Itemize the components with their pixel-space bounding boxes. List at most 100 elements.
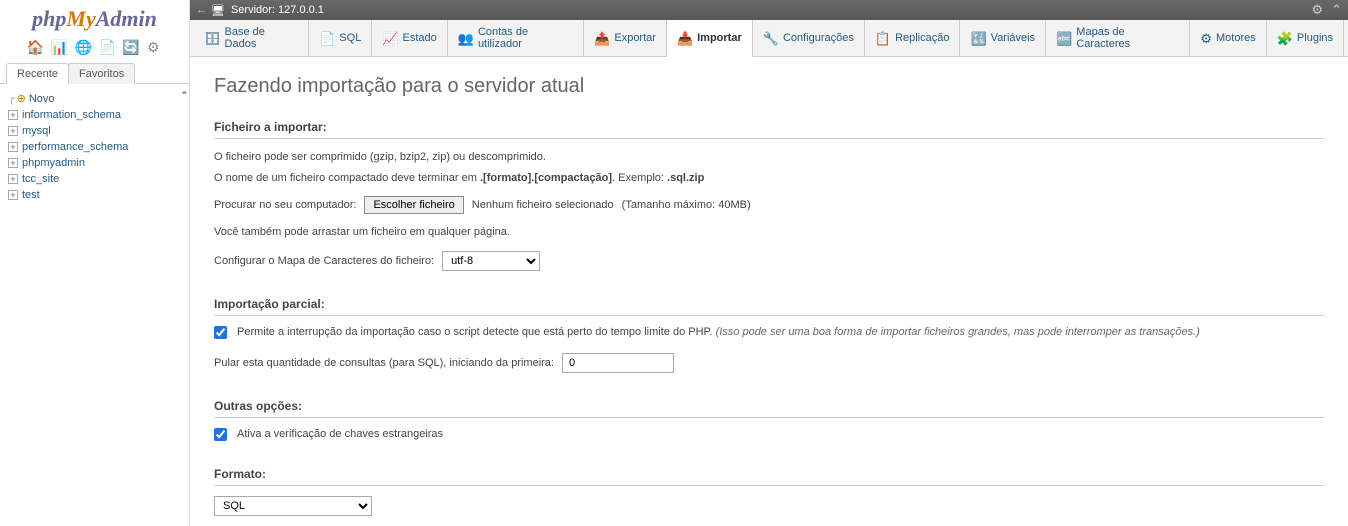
section-other-heading: Outras opções: [214, 399, 1324, 418]
skip-queries-input[interactable] [562, 353, 674, 373]
charset-select[interactable]: utf-8 [442, 251, 540, 271]
menu-settings[interactable]: 🔧 Configurações [753, 20, 865, 56]
menu-variables[interactable]: 🔣Variáveis [960, 20, 1046, 56]
plugins-icon: 🧩 [1277, 32, 1293, 45]
topbar: ← 🖥 Servidor: 127.0.0.1 ⚙ ⌃ [190, 0, 1348, 20]
menu-export[interactable]: 📤Exportar [584, 20, 667, 56]
tree-item[interactable]: + performance_schema [4, 139, 189, 155]
section-format-heading: Formato: [214, 467, 1324, 486]
settings-icon[interactable]: ⚙ [146, 39, 162, 55]
section-file: Ficheiro a importar: O ficheiro pode ser… [214, 120, 1324, 271]
main-menu: 🗄 Base de Dados 📄SQL 📈 Estado 👥Contas de u… [190, 20, 1348, 57]
tree-item[interactable]: + phpmyadmin [4, 155, 189, 171]
main-area: ← 🖥 Servidor: 127.0.0.1 ⚙ ⌃ 🗄 Base de Dad… [190, 0, 1348, 526]
expand-icon[interactable]: + [8, 110, 18, 120]
tree-item[interactable]: + test [4, 187, 189, 203]
menu-label: Configurações [783, 32, 854, 44]
menu-plugins[interactable]: 🧩 Plugins [1267, 20, 1344, 56]
import-icon: 📥 [677, 32, 693, 45]
sidebar-tabs: Recente Favoritos [0, 63, 189, 84]
menu-replication[interactable]: 📋 Replicação [865, 20, 961, 56]
menu-label: Mapas de Caracteres [1076, 26, 1179, 50]
collapse-top-icon[interactable]: ⌃ [1331, 2, 1342, 18]
tree-item-label: performance_schema [22, 141, 128, 153]
logout-icon[interactable]: 📊 [51, 39, 67, 55]
wrench-icon: 🔧 [763, 32, 779, 45]
menu-import[interactable]: 📥 Importar [667, 20, 753, 57]
sidebar: phpMyAdmin 🏠 📊 🌐 📄 🔄 ⚙ Recente Favoritos… [0, 0, 190, 526]
server-icon: 🖥 [211, 4, 225, 17]
replication-icon: 📋 [875, 32, 891, 45]
text-bold: .sql.zip [667, 172, 704, 184]
menu-charsets[interactable]: 🔤 Mapas de Caracteres [1046, 20, 1190, 56]
export-icon: 📤 [594, 32, 610, 45]
engines-icon: ⚙ [1200, 32, 1212, 45]
menu-status[interactable]: 📈 Estado [372, 20, 447, 56]
fk-check-label: Ativa a verificação de chaves estrangeir… [237, 428, 443, 440]
choose-file-button[interactable]: Escolher ficheiro [364, 196, 463, 214]
section-partial-heading: Importação parcial: [214, 297, 1324, 316]
breadcrumb-server[interactable]: Servidor: 127.0.0.1 [231, 4, 324, 16]
tree-item-label: phpmyadmin [22, 157, 85, 169]
expand-icon[interactable]: + [8, 174, 18, 184]
menu-label: Base de Dados [225, 26, 299, 50]
tree-new-label: Novo [29, 93, 55, 105]
refresh-icon[interactable]: 🔄 [122, 39, 138, 55]
file-max-size: (Tamanho máximo: 40MB) [622, 199, 751, 211]
file-hint-2: O nome de um ficheiro compactado deve te… [214, 170, 1324, 187]
sql-icon: 📄 [319, 32, 335, 45]
tree-item-label: test [22, 189, 40, 201]
logo-part-php: php [32, 6, 66, 31]
allow-interrupt-checkbox[interactable] [214, 326, 227, 339]
section-partial: Importação parcial: Permite a interrupçã… [214, 297, 1324, 373]
sql-query-icon[interactable]: 📄 [98, 39, 114, 55]
database-icon: 🗄 [204, 32, 221, 45]
variables-icon: 🔣 [970, 32, 986, 45]
sidebar-quick-icons: 🏠 📊 🌐 📄 🔄 ⚙ [0, 34, 189, 63]
tree-item[interactable]: + mysql [4, 123, 189, 139]
section-format: Formato: SQL [214, 467, 1324, 516]
menu-databases[interactable]: 🗄 Base de Dados [194, 20, 309, 56]
menu-label: Replicação [895, 32, 949, 44]
status-icon: 📈 [382, 32, 398, 45]
expand-icon[interactable]: + [8, 190, 18, 200]
file-hint-1: O ficheiro pode ser comprimido (gzip, bz… [214, 149, 1324, 166]
expand-icon[interactable]: + [8, 126, 18, 136]
checkbox-note: (Isso pode ser uma boa forma de importar… [716, 326, 1200, 338]
tab-favorites[interactable]: Favoritos [68, 63, 135, 84]
expand-icon[interactable]: + [8, 142, 18, 152]
skip-queries-label: Pular esta quantidade de consultas (para… [214, 357, 554, 369]
menu-users[interactable]: 👥Contas de utilizador [448, 20, 584, 56]
text-bold: .[formato].[compactação] [480, 172, 612, 184]
content: Fazendo importação para o servidor atual… [190, 57, 1348, 526]
new-db-icon: ⊕ [17, 92, 26, 105]
menu-label: Plugins [1297, 32, 1333, 44]
tree-item-label: information_schema [22, 109, 121, 121]
menu-label: Importar [697, 32, 742, 44]
browse-label: Procurar no seu computador: [214, 199, 356, 211]
logo[interactable]: phpMyAdmin [0, 0, 189, 34]
home-icon[interactable]: 🏠 [27, 39, 43, 55]
collapse-panel-icon[interactable]: •• [182, 88, 185, 99]
docs-icon[interactable]: 🌐 [75, 39, 91, 55]
text: . Exemplo: [612, 172, 667, 184]
menu-label: Estado [403, 32, 437, 44]
file-status: Nenhum ficheiro selecionado [472, 199, 614, 211]
format-select[interactable]: SQL [214, 496, 372, 516]
database-tree: ┌ ⊕ Novo + information_schema + mysql + … [0, 84, 189, 203]
charsets-icon: 🔤 [1056, 32, 1072, 45]
page-settings-icon[interactable]: ⚙ [1311, 2, 1323, 18]
page-title: Fazendo importação para o servidor atual [214, 75, 1324, 98]
menu-engines[interactable]: ⚙ Motores [1190, 20, 1266, 56]
fk-check-checkbox[interactable] [214, 428, 227, 441]
logo-part-admin: Admin [96, 6, 157, 31]
menu-label: Motores [1216, 32, 1256, 44]
expand-icon[interactable]: + [8, 158, 18, 168]
tab-recent[interactable]: Recente [6, 63, 69, 84]
charset-label: Configurar o Mapa de Caracteres do fiche… [214, 255, 434, 267]
nav-back-icon[interactable]: ← [196, 4, 207, 16]
tree-new[interactable]: ┌ ⊕ Novo [4, 90, 189, 107]
tree-item[interactable]: + tcc_site [4, 171, 189, 187]
tree-item[interactable]: + information_schema [4, 107, 189, 123]
menu-sql[interactable]: 📄SQL [309, 20, 372, 56]
